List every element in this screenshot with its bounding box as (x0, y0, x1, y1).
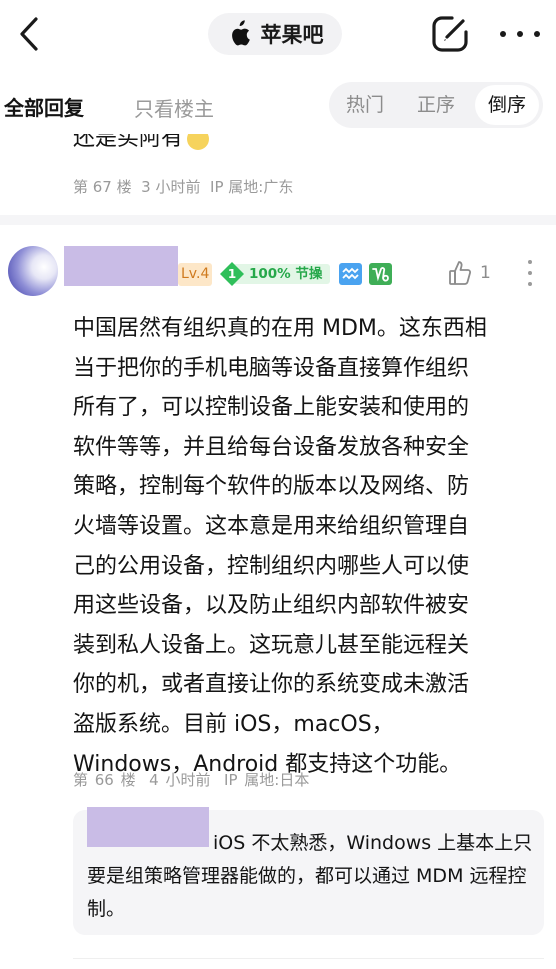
bottom-divider (73, 958, 544, 959)
post-time: 3 小时前 (141, 178, 201, 196)
sub-reply-text: iOS 不太熟悉，Windows 上基本上只要是组策略管理器能做的，都可以通过 … (87, 832, 533, 920)
top-bar: 苹果吧 (0, 0, 556, 70)
floor-number: 第 67 楼 (73, 178, 132, 196)
more-dot (517, 31, 523, 37)
forum-title-pill[interactable]: 苹果吧 (208, 13, 342, 55)
sort-segmented-control: 热门 正序 倒序 (329, 82, 543, 128)
emoji-icon (187, 134, 210, 150)
ip-location: IP 属地:日本 (224, 771, 310, 789)
sort-hot[interactable]: 热门 (337, 82, 393, 128)
rate-level: 1 (227, 267, 237, 281)
forum-name: 苹果吧 (260, 23, 324, 47)
chevron-left-icon (20, 17, 38, 51)
avatar[interactable] (8, 246, 58, 296)
more-vertical-icon (528, 260, 532, 264)
post-time: 4 小时前 (149, 771, 211, 789)
post-meta: 第 66 楼 4 小时前 IP 属地:日本 (73, 769, 309, 790)
more-dot (528, 282, 532, 286)
aquarius-icon (339, 263, 362, 285)
sort-descending[interactable]: 倒序 (475, 85, 539, 125)
compose-button[interactable] (430, 14, 470, 54)
more-horizontal-icon (500, 31, 506, 37)
reply-filter-bar: 全部回复 只看楼主 热门 正序 倒序 (0, 78, 556, 134)
apple-logo-icon (231, 20, 250, 46)
post-divider (0, 215, 556, 225)
post-body: 中国居然有组织真的在用 MDM。这东西相 当于把你的手机电脑等设备直接算作组织 … (73, 316, 487, 777)
more-dot (534, 31, 540, 37)
sort-ascending[interactable]: 正序 (405, 82, 467, 128)
post-more-button[interactable] (524, 260, 536, 286)
floor-number: 第 66 楼 (73, 771, 136, 789)
tab-host-only[interactable]: 只看楼主 (134, 93, 214, 122)
username-redacted[interactable] (64, 246, 178, 286)
like-count: 1 (480, 263, 491, 283)
more-options-button[interactable] (500, 24, 540, 44)
previous-post-text-partial: 还是买阿有 (73, 134, 184, 151)
level-badge: Lv.4 (178, 263, 213, 286)
capricorn-icon (369, 263, 392, 285)
rate-badge: 1 100% 节操 (220, 262, 330, 286)
previous-post-meta: 第 67 楼 3 小时前 IP 属地:广东 (73, 176, 293, 197)
like-button[interactable]: 1 (448, 259, 496, 287)
more-dot (528, 271, 532, 275)
tab-all-replies[interactable]: 全部回复 (4, 92, 84, 121)
sub-reply-box[interactable]: iOS 不太熟悉，Windows 上基本上只要是组策略管理器能做的，都可以通过 … (73, 807, 544, 935)
rate-text: 100% 节操 (249, 266, 323, 282)
previous-post-text: 还是买阿有 (73, 134, 210, 152)
thumbs-up-icon (449, 261, 472, 285)
back-button[interactable] (12, 14, 46, 54)
ip-location: IP 属地:广东 (210, 178, 294, 196)
compose-icon (432, 16, 468, 52)
